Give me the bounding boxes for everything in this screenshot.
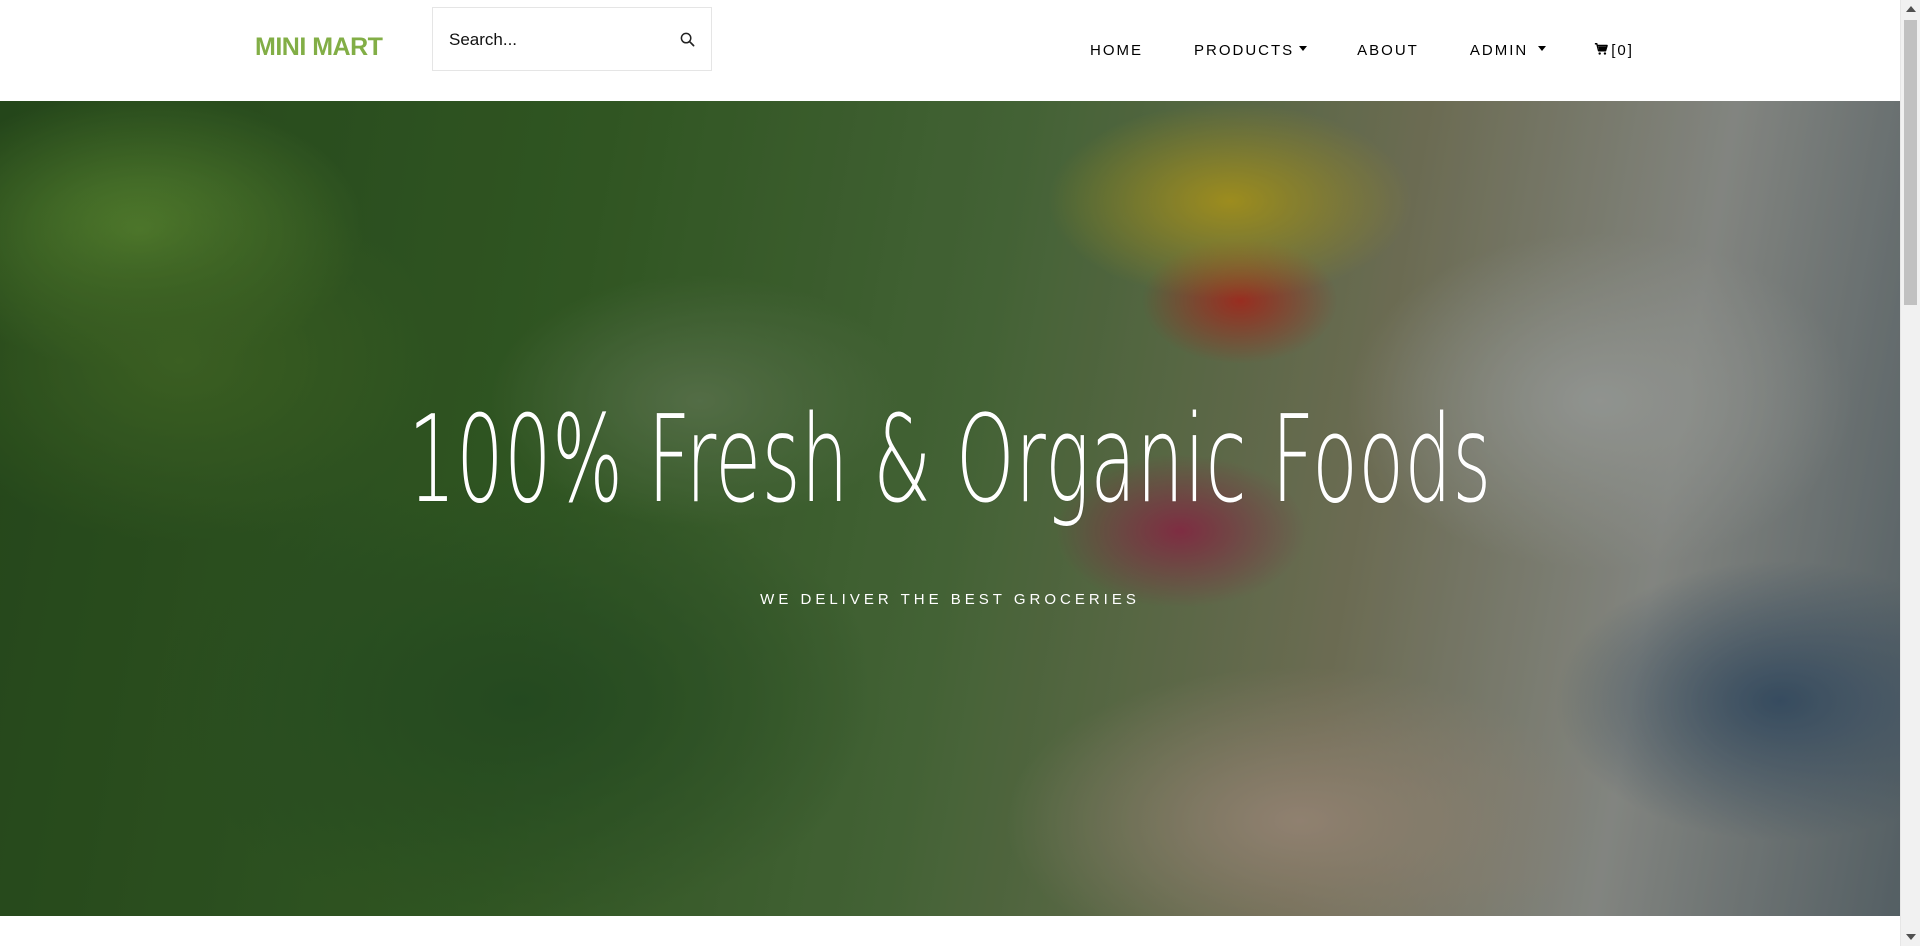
brand-logo[interactable]: MINI MART — [255, 33, 383, 62]
nav-admin-label: ADMIN — [1469, 42, 1529, 59]
vertical-scrollbar[interactable] — [1900, 0, 1920, 946]
shopping-cart-icon — [1594, 42, 1611, 60]
search-input[interactable] — [447, 8, 651, 72]
scroll-thumb[interactable] — [1904, 20, 1917, 305]
navbar: MINI MART HOME PRODUCTS ABOUT AD — [0, 0, 1900, 101]
page: MINI MART HOME PRODUCTS ABOUT AD — [0, 0, 1900, 946]
nav-products-label: PRODUCTS — [1194, 42, 1295, 59]
nav-about-label: ABOUT — [1357, 42, 1419, 59]
cart-count: [0] — [1611, 42, 1634, 59]
cart-link[interactable]: [0] — [1594, 42, 1634, 60]
nav-products-dropdown[interactable]: PRODUCTS — [1194, 42, 1308, 59]
hero-title: 100% Fresh & Organic Foods — [408, 391, 1492, 530]
caret-down-icon — [1538, 46, 1547, 51]
hero-subtitle: WE DELIVER THE BEST GROCERIES — [760, 591, 1140, 608]
search-icon[interactable] — [677, 29, 697, 49]
scroll-down-arrow-icon[interactable] — [1906, 934, 1916, 940]
nav-home[interactable]: HOME — [1090, 42, 1143, 59]
nav-about[interactable]: ABOUT — [1357, 42, 1419, 59]
caret-down-icon — [1299, 46, 1308, 51]
nav-home-label: HOME — [1090, 42, 1143, 59]
main-nav: HOME PRODUCTS ABOUT ADMIN [0] — [1090, 0, 1634, 101]
nav-admin-dropdown[interactable]: ADMIN — [1469, 42, 1547, 59]
scroll-up-arrow-icon[interactable] — [1906, 6, 1916, 12]
hero-banner: 100% Fresh & Organic Foods WE DELIVER TH… — [0, 101, 1900, 916]
search-form — [432, 7, 712, 72]
